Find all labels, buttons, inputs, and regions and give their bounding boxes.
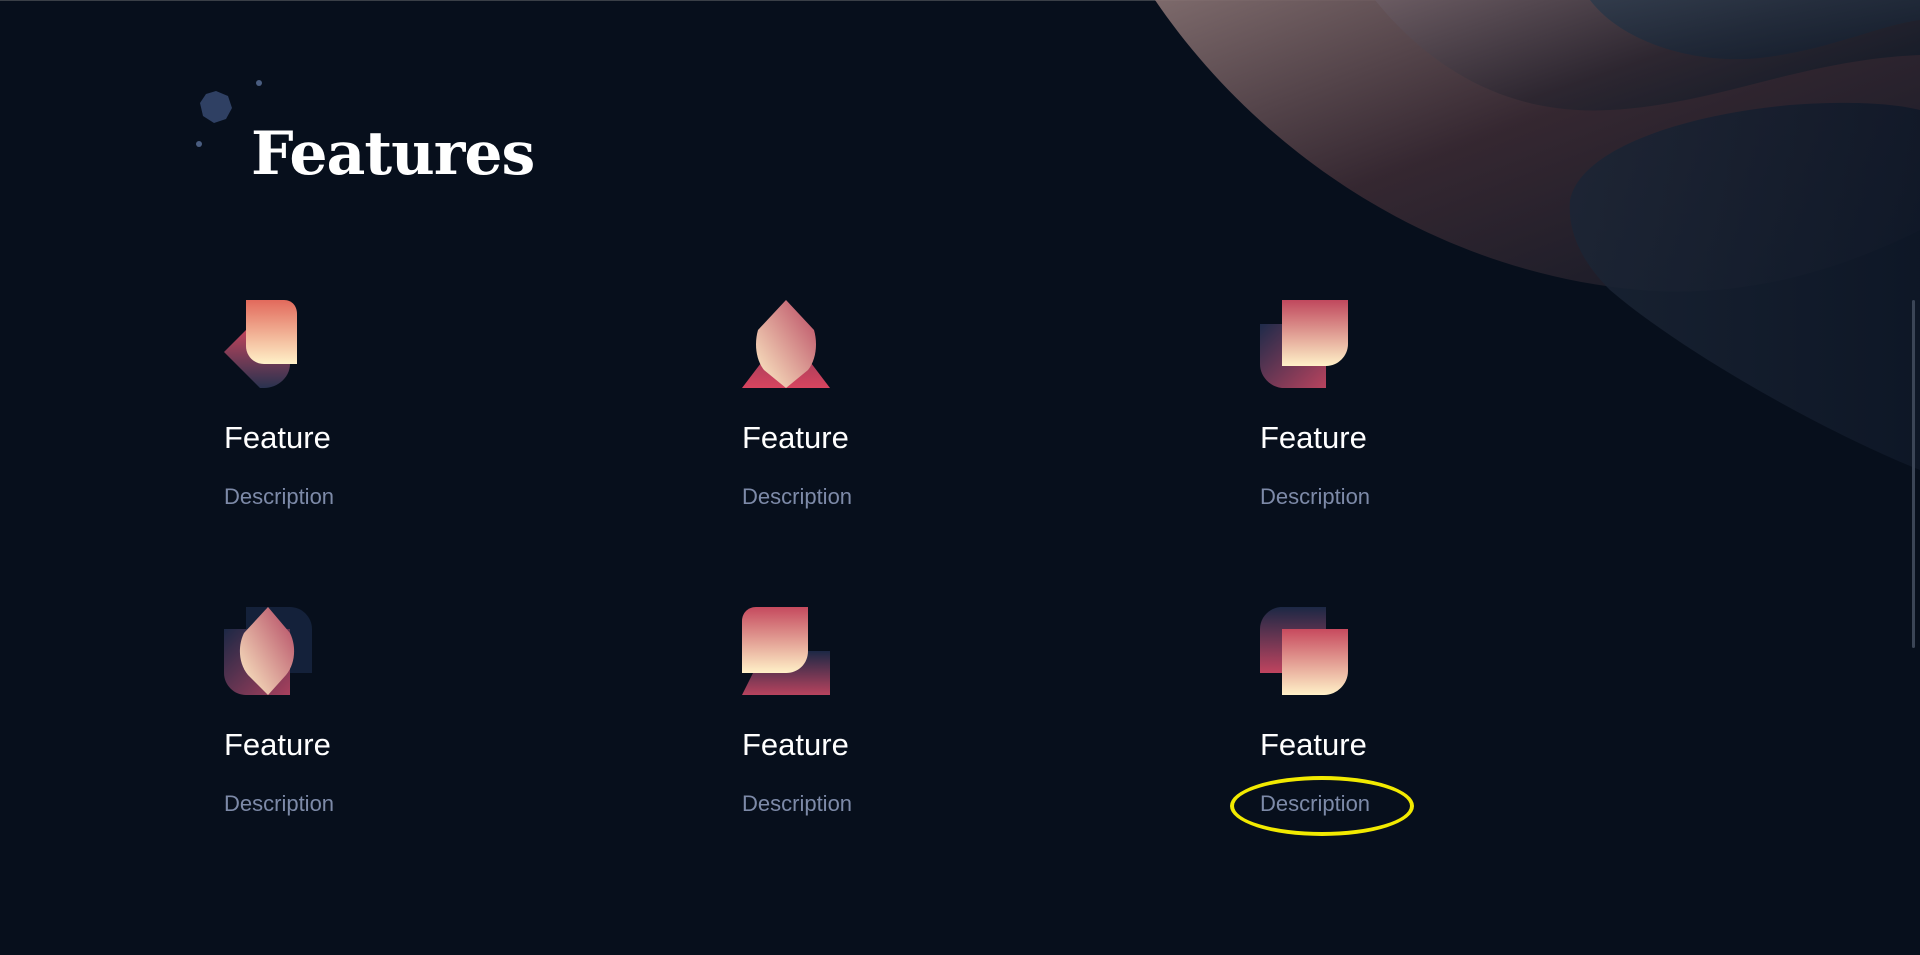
abstract-shape-1-icon — [224, 300, 312, 388]
feature-description: Description — [1260, 791, 1371, 816]
feature-card: Feature Description — [224, 607, 644, 857]
scrollbar[interactable] — [1912, 300, 1915, 648]
feature-title: Feature — [742, 727, 849, 762]
feature-title: Feature — [1260, 420, 1367, 455]
feature-card: Feature Description — [1260, 607, 1680, 857]
top-border — [0, 0, 1920, 1]
page-title: Features — [251, 119, 535, 189]
features-grid: Feature Description Feature Description — [224, 300, 1784, 860]
feature-description: Description — [224, 484, 335, 509]
abstract-shape-5-icon — [742, 607, 830, 695]
abstract-shape-3-icon — [1260, 300, 1348, 388]
feature-card: Feature Description — [224, 300, 644, 550]
feature-description: Description — [742, 484, 853, 509]
abstract-shape-2-icon — [742, 300, 830, 388]
feature-card: Feature Description — [1260, 300, 1680, 550]
feature-description: Description — [1260, 484, 1371, 509]
abstract-shape-4-icon — [224, 607, 312, 695]
feature-title: Feature — [1260, 727, 1367, 762]
abstract-shape-6-icon — [1260, 607, 1348, 695]
feature-title: Feature — [224, 420, 331, 455]
feature-card: Feature Description — [742, 607, 1162, 857]
feature-description: Description — [224, 791, 335, 816]
feature-card: Feature Description — [742, 300, 1162, 550]
feature-title: Feature — [742, 420, 849, 455]
feature-description: Description — [742, 791, 853, 816]
feature-title: Feature — [224, 727, 331, 762]
